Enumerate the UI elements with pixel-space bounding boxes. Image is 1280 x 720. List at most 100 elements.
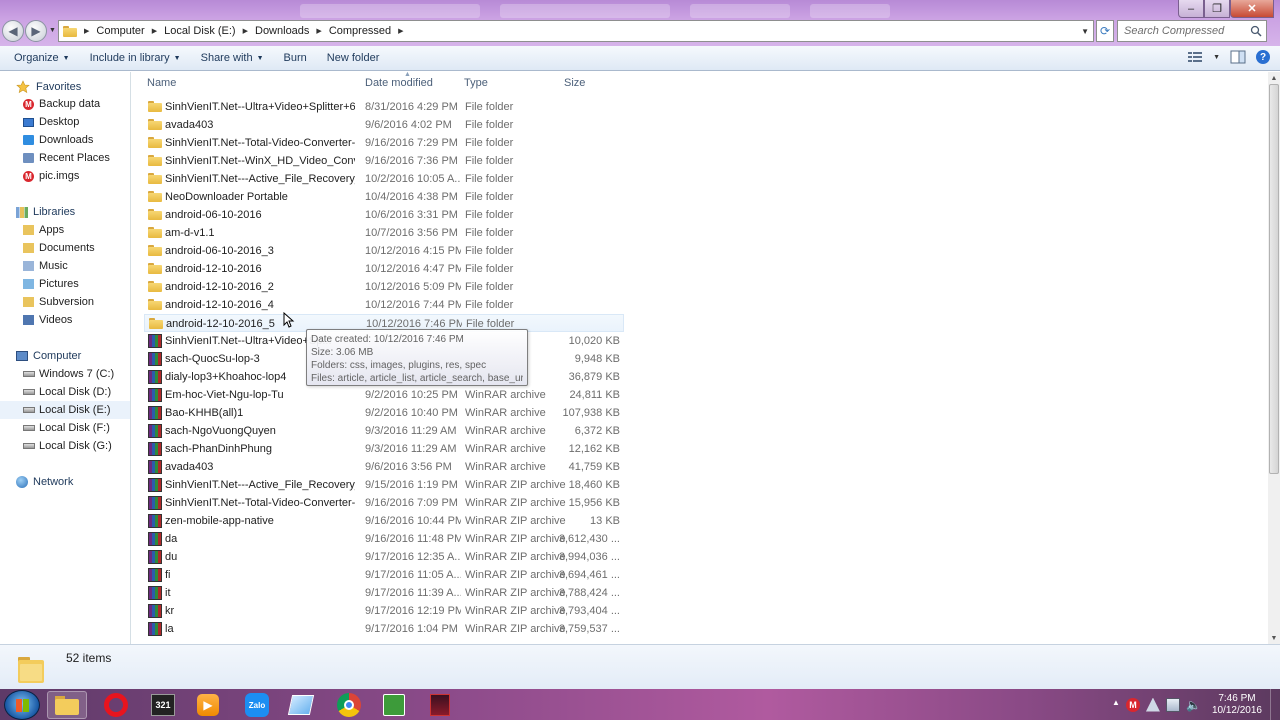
- archive-row[interactable]: la 9/17/2016 1:04 PM WinRAR ZIP archive 3,7…: [144, 620, 624, 638]
- crumb-computer[interactable]: Computer: [96, 25, 144, 37]
- taskbar-chrome[interactable]: [329, 691, 369, 719]
- tray-expand-icon[interactable]: ▲: [1112, 698, 1120, 712]
- folder-row[interactable]: android-06-10-2016_3 10/12/2016 4:15 PM Fi…: [144, 242, 624, 260]
- action-center-icon[interactable]: [1145, 697, 1160, 712]
- archive-row[interactable]: it 9/17/2016 11:39 A... WinRAR ZIP archive…: [144, 584, 624, 602]
- search-icon[interactable]: [1250, 25, 1262, 37]
- archive-row[interactable]: sach-PhanDinhPhung 9/3/2016 11:29 AM WinRA…: [144, 440, 624, 458]
- show-desktop-button[interactable]: [1270, 689, 1280, 720]
- folder-row[interactable]: NeoDownloader Portable 10/4/2016 4:38 PM F…: [144, 188, 624, 206]
- taskbar-app-green[interactable]: [374, 691, 414, 719]
- folder-row[interactable]: android-12-10-2016 10/12/2016 4:47 PM File…: [144, 260, 624, 278]
- clock[interactable]: 7:46 PM 10/12/2016: [1212, 693, 1262, 717]
- folder-row[interactable]: SinhVienIT.Net--Ultra+Video+Splitter+6..…: [144, 98, 624, 116]
- folder-row[interactable]: android-12-10-2016_2 10/12/2016 5:09 PM Fi…: [144, 278, 624, 296]
- nav-item-drive-d[interactable]: Local Disk (D:): [0, 383, 130, 401]
- nav-item-drive-f[interactable]: Local Disk (F:): [0, 419, 130, 437]
- maximize-button[interactable]: ❐: [1204, 0, 1230, 18]
- folder-row[interactable]: android-12-10-2016_4 10/12/2016 7:44 PM Fi…: [144, 296, 624, 314]
- archive-row[interactable]: Em-hoc-Viet-Ngu-lop-Tu 9/2/2016 10:25 PM W…: [144, 386, 624, 404]
- column-header-size[interactable]: Size: [564, 72, 585, 94]
- volume-icon[interactable]: 🔈: [1186, 698, 1201, 712]
- folder-row[interactable]: SinhVienIT.Net--Total-Video-Converter-3.…: [144, 134, 624, 152]
- archive-row[interactable]: SinhVienIT.Net--Total-Video-Converter-3.…: [144, 494, 624, 512]
- view-options-dropdown-icon[interactable]: ▼: [1213, 54, 1220, 61]
- nav-item-apps[interactable]: Apps: [0, 221, 130, 239]
- include-in-library-button[interactable]: Include in library ▼: [80, 46, 191, 71]
- nav-computer[interactable]: Computer: [0, 347, 130, 365]
- chevron-right-icon[interactable]: ▶: [84, 27, 89, 35]
- archive-row[interactable]: zen-mobile-app-native 9/16/2016 10:44 PM W…: [144, 512, 624, 530]
- archive-row[interactable]: Bao-KHHB(all)1 9/2/2016 10:40 PM WinRAR ar…: [144, 404, 624, 422]
- crumb-local-disk-e[interactable]: Local Disk (E:): [164, 25, 236, 37]
- vertical-scrollbar[interactable]: ▲ ▼: [1268, 72, 1280, 644]
- nav-item-documents[interactable]: Documents: [0, 239, 130, 257]
- scrollbar-thumb[interactable]: [1269, 84, 1279, 474]
- taskbar-app-red[interactable]: [420, 691, 460, 719]
- crumb-compressed[interactable]: Compressed: [329, 25, 391, 37]
- scroll-down-icon[interactable]: ▼: [1268, 632, 1280, 644]
- taskbar-opera[interactable]: [96, 691, 136, 719]
- folder-row[interactable]: SinhVienIT.Net--WinX_HD_Video_Convert...…: [144, 152, 624, 170]
- column-header-name[interactable]: Name: [147, 72, 176, 94]
- start-button[interactable]: [4, 690, 40, 720]
- recent-pages-dropdown[interactable]: ▼: [49, 27, 56, 34]
- archive-row[interactable]: avada403 9/6/2016 3:56 PM WinRAR archive 41…: [144, 458, 624, 476]
- nav-item-drive-g[interactable]: Local Disk (G:): [0, 437, 130, 455]
- refresh-button[interactable]: ⟳: [1096, 20, 1114, 42]
- search-box[interactable]: [1117, 20, 1267, 42]
- chevron-right-icon[interactable]: ▶: [243, 27, 248, 35]
- taskbar-video-player[interactable]: ▶: [188, 691, 228, 719]
- minimize-button[interactable]: –: [1178, 0, 1204, 18]
- taskbar-app-blue[interactable]: [281, 691, 321, 719]
- folder-row[interactable]: am-d-v1.1 10/7/2016 3:56 PM File folder: [144, 224, 624, 242]
- close-button[interactable]: ✕: [1230, 0, 1274, 18]
- archive-row[interactable]: SinhVienIT.Net---Active_File_Recovery_Pr…: [144, 476, 624, 494]
- folder-row[interactable]: SinhVienIT.Net---Active_File_Recovery_Pr…: [144, 170, 624, 188]
- nav-item-videos[interactable]: Videos: [0, 311, 130, 329]
- chevron-right-icon[interactable]: ▶: [398, 27, 403, 35]
- folder-row[interactable]: avada403 9/6/2016 4:02 PM File folder: [144, 116, 624, 134]
- forward-button[interactable]: ▶: [25, 20, 47, 42]
- nav-item-downloads[interactable]: Downloads: [0, 131, 130, 149]
- mega-tray-icon[interactable]: M: [1125, 697, 1140, 712]
- search-input[interactable]: [1124, 25, 1244, 37]
- nav-item-recent-places[interactable]: Recent Places: [0, 149, 130, 167]
- address-dropdown-icon[interactable]: ▼: [1081, 27, 1089, 36]
- nav-item-pic-imgs[interactable]: M pic.imgs: [0, 167, 130, 185]
- nav-favorites[interactable]: Favorites: [0, 78, 130, 96]
- network-tray-icon[interactable]: [1165, 697, 1180, 712]
- nav-item-drive-c[interactable]: Windows 7 (C:): [0, 365, 130, 383]
- nav-item-drive-e[interactable]: Local Disk (E:): [0, 401, 130, 419]
- preview-pane-icon[interactable]: [1230, 50, 1246, 64]
- folder-row[interactable]: android-06-10-2016 10/6/2016 3:31 PM File …: [144, 206, 624, 224]
- archive-row[interactable]: da 9/16/2016 11:48 PM WinRAR ZIP archive 3,…: [144, 530, 624, 548]
- archive-row[interactable]: kr 9/17/2016 12:19 PM WinRAR ZIP archive 3,…: [144, 602, 624, 620]
- help-icon[interactable]: ?: [1256, 50, 1270, 64]
- burn-button[interactable]: Burn: [274, 46, 317, 71]
- nav-item-music[interactable]: Music: [0, 257, 130, 275]
- archive-row[interactable]: sach-NgoVuongQuyen 9/3/2016 11:29 AM WinRA…: [144, 422, 624, 440]
- scroll-up-icon[interactable]: ▲: [1268, 72, 1280, 84]
- nav-item-backup-data[interactable]: M Backup data: [0, 95, 130, 113]
- change-view-icon[interactable]: [1187, 50, 1203, 64]
- archive-row[interactable]: fi 9/17/2016 11:05 A... WinRAR ZIP archive…: [144, 566, 624, 584]
- nav-item-desktop[interactable]: Desktop: [0, 113, 130, 131]
- organize-button[interactable]: Organize ▼: [0, 46, 80, 71]
- nav-item-pictures[interactable]: Pictures: [0, 275, 130, 293]
- chevron-right-icon[interactable]: ▶: [152, 27, 157, 35]
- address-bar[interactable]: ▶ Computer ▶ Local Disk (E:) ▶ Downloads…: [58, 20, 1094, 42]
- column-header-date[interactable]: Date modified: [365, 72, 433, 94]
- chevron-right-icon[interactable]: ▶: [316, 27, 321, 35]
- taskbar-media-321[interactable]: 321: [143, 691, 183, 719]
- share-with-button[interactable]: Share with ▼: [191, 46, 274, 71]
- taskbar-zalo[interactable]: Zalo: [237, 691, 277, 719]
- column-header-type[interactable]: Type: [464, 72, 488, 94]
- nav-libraries[interactable]: Libraries: [0, 203, 130, 221]
- back-button[interactable]: ◀: [2, 20, 24, 42]
- nav-item-subversion[interactable]: Subversion: [0, 293, 130, 311]
- new-folder-button[interactable]: New folder: [317, 46, 390, 71]
- archive-row[interactable]: du 9/17/2016 12:35 A... WinRAR ZIP archive…: [144, 548, 624, 566]
- taskbar-explorer[interactable]: [47, 691, 87, 719]
- nav-network[interactable]: Network: [0, 473, 130, 491]
